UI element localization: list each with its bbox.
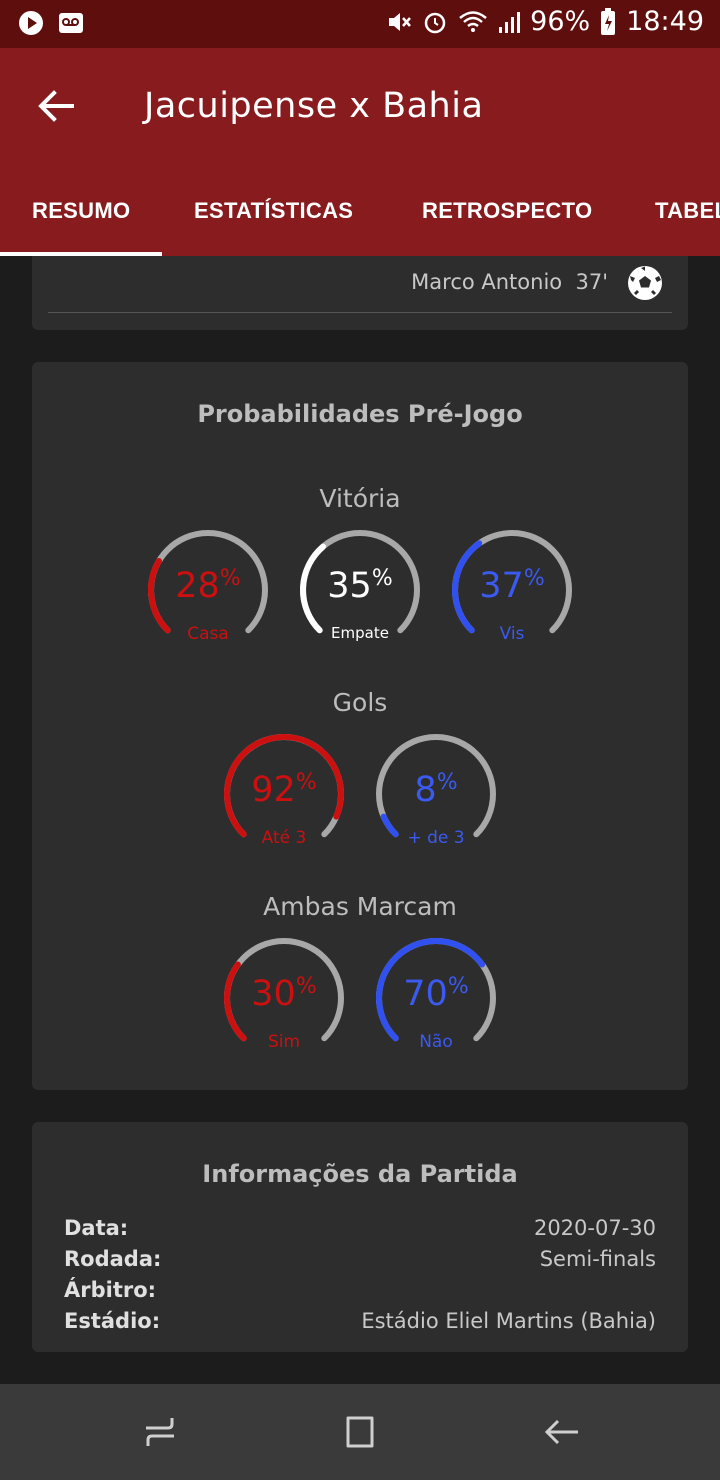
info-row-estadio: Estádio: Estádio Eliel Martins (Bahia) [64, 1309, 656, 1339]
battery-icon [601, 7, 616, 35]
event-player: Marco Antonio [411, 270, 563, 294]
back-icon[interactable] [542, 1412, 582, 1452]
gauge-percentage: 30% [222, 974, 346, 1014]
gauge-unit: % [295, 974, 317, 999]
gauge-sim: 30% Sim [222, 936, 346, 1060]
play-icon [19, 11, 43, 35]
gauge-unit: % [371, 566, 393, 591]
info-row-rodada: Rodada: Semi-finals [64, 1247, 656, 1277]
gauge-visitante: 37% Vis [450, 528, 574, 652]
event-minute: 37' [575, 270, 609, 294]
arrow-left-icon[interactable] [34, 84, 78, 128]
info-key: Rodada: [64, 1247, 162, 1271]
gauge-percentage: 35% [298, 566, 422, 606]
tab-retrospecto[interactable]: RETROSPECTO [422, 198, 592, 224]
probabilities-card: Probabilidades Pré-Jogo Vitória 28% Casa … [32, 362, 688, 1090]
tab-tabela[interactable]: TABEL [655, 198, 720, 224]
gauge-value: 70 [403, 974, 448, 1014]
gauge-nao: 70% Não [374, 936, 498, 1060]
gauge-empate: 35% Empate [298, 528, 422, 652]
tab-resumo[interactable]: RESUMO [32, 198, 130, 224]
info-key: Árbitro: [64, 1278, 157, 1302]
gauge-value: 8 [414, 770, 437, 810]
mute-icon [389, 12, 412, 31]
gauge-value: 37 [479, 566, 524, 606]
info-key: Estádio: [64, 1309, 161, 1333]
gauge-casa: 28% Casa [146, 528, 270, 652]
gauge-value: 28 [175, 566, 220, 606]
gauge-percentage: 70% [374, 974, 498, 1014]
status-bar: 96% 18:49 [0, 0, 720, 48]
info-key: Data: [64, 1216, 129, 1240]
gauge-percentage: 8% [374, 770, 498, 810]
page-title: Jacuipense x Bahia [144, 86, 484, 126]
gauge-percentage: 37% [450, 566, 574, 606]
signal-icon [499, 11, 521, 33]
gauge-label: + de 3 [407, 828, 465, 848]
gauge-value: 35 [327, 566, 372, 606]
recents-icon[interactable] [140, 1412, 180, 1452]
section-title-ambas-marcam: Ambas Marcam [263, 892, 457, 921]
gauge-label: Sim [267, 1032, 301, 1052]
gauge-value: 30 [251, 974, 296, 1014]
section-title-gols: Gols [332, 688, 388, 717]
soccer-ball-icon [628, 266, 662, 300]
clock: 18:49 [626, 6, 704, 37]
tab-bar: RESUMO ESTATÍSTICAS RETROSPECTO TABEL [0, 188, 720, 256]
home-icon[interactable] [340, 1412, 380, 1452]
gauge-unit: % [295, 770, 317, 795]
tab-estatisticas[interactable]: ESTATÍSTICAS [194, 198, 353, 224]
gauge-percentage: 92% [222, 770, 346, 810]
app-bar: Jacuipense x Bahia RESUMO ESTATÍSTICAS R… [0, 48, 720, 256]
gauge-value: 92 [251, 770, 296, 810]
probabilities-title: Probabilidades Pré-Jogo [197, 400, 523, 428]
event-row: Marco Antonio 37' [411, 270, 608, 294]
divider [48, 312, 672, 313]
info-value: 2020-07-30 [533, 1216, 656, 1240]
gauge-unit: % [523, 566, 545, 591]
gauge-unit: % [219, 566, 241, 591]
match-info-title: Informações da Partida [202, 1160, 518, 1188]
system-nav-bar [0, 1384, 720, 1480]
gauge-percentage: 28% [146, 566, 270, 606]
info-row-data: Data: 2020-07-30 [64, 1216, 656, 1246]
battery-percent: 96% [530, 6, 591, 37]
wifi-icon [459, 10, 487, 32]
gauge-unit: % [436, 770, 458, 795]
gauge-label: Vis [499, 624, 525, 644]
gauge-label: Até 3 [261, 828, 307, 848]
info-row-arbitro: Árbitro: [64, 1278, 656, 1308]
alarm-icon [424, 12, 446, 33]
section-title-vitoria: Vitória [319, 484, 401, 513]
gauge-label: Empate [331, 624, 389, 642]
info-value: Semi-finals [539, 1247, 656, 1271]
gauge-mais-de-3: 8% + de 3 [374, 732, 498, 856]
gauge-label: Casa [187, 624, 229, 644]
gauge-unit: % [447, 974, 469, 999]
gauge-ate-3: 92% Até 3 [222, 732, 346, 856]
events-card: Marco Antonio 37' [32, 256, 688, 330]
voicemail-icon [59, 13, 83, 33]
info-value: Estádio Eliel Martins (Bahia) [361, 1309, 656, 1333]
match-info-card: Informações da Partida Data: 2020-07-30 … [32, 1122, 688, 1352]
gauge-label: Não [419, 1032, 453, 1052]
